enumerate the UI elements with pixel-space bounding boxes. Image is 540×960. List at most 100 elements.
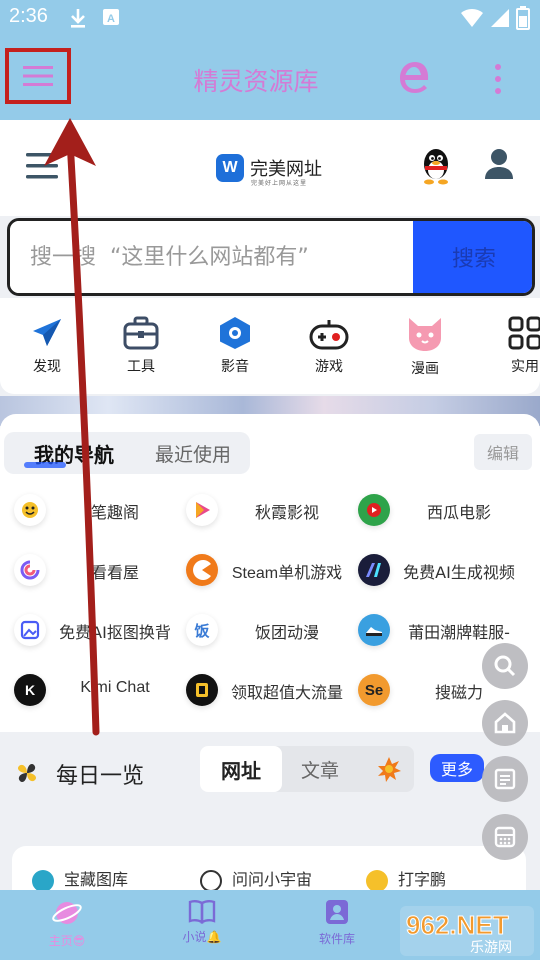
question-icon <box>200 869 222 890</box>
category-label: 影音 <box>221 359 249 375</box>
site-icon <box>358 554 390 586</box>
site-name: 莆田潮牌鞋服- <box>408 623 510 642</box>
app-header: 精灵资源库 <box>0 36 540 120</box>
site-name: 看看屋 <box>90 563 139 582</box>
nav-software[interactable]: 软件库 <box>292 898 382 947</box>
keyboard-a-icon: A <box>103 9 119 25</box>
signal-icon <box>491 9 509 27</box>
tab-websites[interactable]: 网址 <box>200 746 282 792</box>
daily-entry-label: 问问小宇宙 <box>232 870 313 889</box>
site-icon <box>14 554 46 586</box>
category-label: 发现 <box>33 359 61 375</box>
site-icon: Se <box>358 674 390 706</box>
category-media[interactable]: 影音 <box>200 316 270 376</box>
category-games[interactable]: 游戏 <box>294 316 364 376</box>
float-home-button[interactable] <box>482 700 528 746</box>
site-icon <box>186 674 218 706</box>
book-icon <box>188 900 216 924</box>
category-tools[interactable]: 工具 <box>106 316 176 376</box>
smiley-icon <box>366 869 388 890</box>
nav-novels-label: 小说🔔 <box>182 930 222 944</box>
site-item[interactable]: 领取超值大流量 <box>186 664 348 716</box>
tab-recent[interactable]: 最近使用 <box>136 432 250 474</box>
daily-entry[interactable]: 打字鹏 <box>366 866 446 890</box>
nav-software-label: 软件库 <box>318 932 355 946</box>
search-icon <box>494 655 516 677</box>
tab-my-navigation[interactable]: 我的导航 <box>12 432 136 474</box>
browser-e-icon[interactable] <box>396 58 434 96</box>
daily-overview-header: 每日一览 网址 文章 更多 <box>0 732 540 802</box>
news-icon <box>494 768 516 790</box>
site-name: 秋霞影视 <box>254 503 319 522</box>
calculator-icon <box>494 826 516 848</box>
nav-novels[interactable]: 小说🔔 <box>157 898 247 945</box>
daily-entry-label: 打字鹏 <box>398 870 447 889</box>
menu-button[interactable] <box>5 48 71 104</box>
float-search-button[interactable] <box>482 643 528 689</box>
site-icon <box>14 614 46 646</box>
site-name: 免费AI抠图换背 <box>59 623 171 642</box>
paper-plane-icon <box>33 319 61 346</box>
search-box: 搜索 <box>7 218 535 296</box>
site-watermark-logo: 962.NET 乐游网 <box>400 906 534 956</box>
menu-icon <box>23 66 53 86</box>
category-label: 漫画 <box>411 361 439 377</box>
qq-penguin-icon[interactable] <box>418 146 454 186</box>
site-item[interactable]: 免费AI生成视频 <box>358 544 520 596</box>
play-hexagon-icon <box>220 317 250 349</box>
float-calculator-button[interactable] <box>482 814 528 860</box>
site-name: 饭团动漫 <box>254 623 319 642</box>
daily-entry-label: 宝藏图库 <box>64 870 129 889</box>
site-icon <box>14 494 46 526</box>
search-button[interactable]: 搜索 <box>413 221 532 293</box>
svg-text:A: A <box>107 13 115 25</box>
user-icon[interactable] <box>484 148 514 180</box>
site-name: 笔趣阁 <box>90 503 139 522</box>
daily-title: 每日一览 <box>56 764 145 789</box>
site-icon <box>186 494 218 526</box>
site-item[interactable]: 看看屋 <box>14 544 176 596</box>
site-icon: K <box>14 674 46 706</box>
download-icon <box>71 9 85 28</box>
edit-button[interactable]: 编辑 <box>474 434 532 470</box>
category-label: 工具 <box>127 359 155 375</box>
category-comics[interactable]: 漫画 <box>390 316 460 378</box>
site-item[interactable]: 免费AI抠图换背 <box>14 604 176 656</box>
daily-tabs: 网址 文章 <box>200 746 414 792</box>
wifi-icon <box>461 8 483 27</box>
daily-entry[interactable]: 宝藏图库 <box>32 866 128 890</box>
site-item[interactable]: 西瓜电影 <box>358 484 520 536</box>
category-discover[interactable]: 发现 <box>12 316 82 376</box>
site-item[interactable]: 饭 饭团动漫 <box>186 604 348 656</box>
treasure-icon <box>32 869 54 890</box>
site-icon <box>358 614 390 646</box>
badge-icon <box>326 900 348 924</box>
site-name: 免费AI生成视频 <box>403 563 515 582</box>
more-button[interactable]: 更多 <box>430 754 484 782</box>
pinwheel-icon <box>17 763 37 783</box>
site-icon: 饭 <box>186 614 218 646</box>
category-utility[interactable]: 实用 <box>490 316 540 376</box>
search-input[interactable] <box>10 221 412 293</box>
web-view: W 完美网址 完美好上网从这里 搜索 发现 工具 影音 <box>0 120 540 890</box>
status-time: 2:36 <box>9 5 48 27</box>
site-item[interactable]: 秋霞影视 <box>186 484 348 536</box>
web-header: W 完美网址 完美好上网从这里 <box>0 120 540 216</box>
site-name: Kimi Chat <box>80 679 150 696</box>
site-item[interactable]: Steam单机游戏 <box>186 544 348 596</box>
float-news-button[interactable] <box>482 756 528 802</box>
site-name: 领取超值大流量 <box>230 683 343 702</box>
grid-icon <box>508 316 540 350</box>
cat-icon <box>409 318 441 351</box>
daily-entry[interactable]: 问问小宇宙 <box>200 866 312 890</box>
nav-home[interactable]: 主页😎 <box>22 898 112 949</box>
more-options-icon[interactable] <box>487 62 509 96</box>
category-bar: 发现 工具 影音 游戏 漫画 实用 <box>0 298 540 394</box>
tab-articles[interactable]: 文章 <box>282 746 358 792</box>
my-navigation-card: 我的导航 最近使用 编辑 笔趣阁 秋霞影视 西瓜电影 看看屋 Steam单机游戏… <box>0 414 540 732</box>
site-name: Steam单机游戏 <box>231 565 343 582</box>
site-menu-icon[interactable] <box>26 152 58 180</box>
site-item[interactable]: K Kimi Chat <box>14 664 176 716</box>
site-item[interactable]: 笔趣阁 <box>14 484 176 536</box>
watermark-top: 962.NET <box>406 910 509 940</box>
